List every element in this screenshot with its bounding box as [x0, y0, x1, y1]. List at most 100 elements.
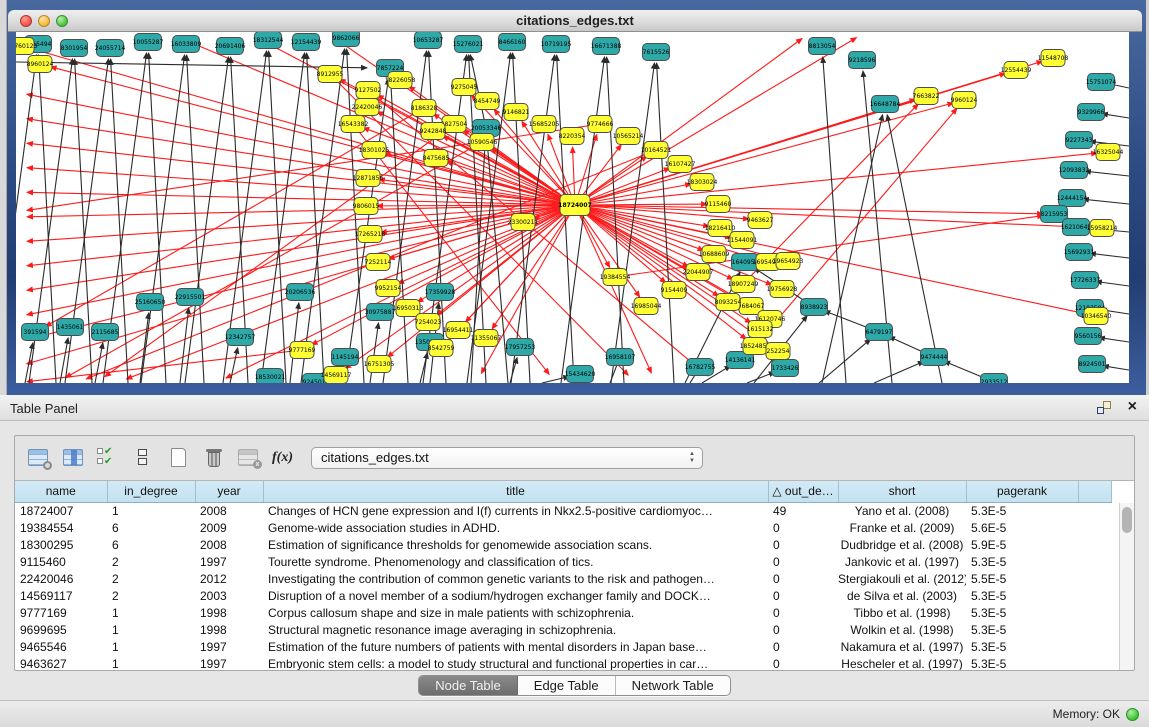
table-row[interactable]: 2242004622012Investigating the contribut…: [15, 570, 1112, 587]
column-header[interactable]: △ out_de…: [768, 481, 838, 502]
graph-node[interactable]: 8220354: [559, 128, 586, 145]
graph-node[interactable]: 8912955: [317, 66, 344, 83]
graph-node[interactable]: 14569117: [321, 367, 352, 384]
graph-node[interactable]: 17957253: [505, 339, 536, 356]
graph-node[interactable]: 11548708: [1038, 50, 1069, 67]
graph-node[interactable]: 10590546: [467, 134, 498, 151]
table-row[interactable]: 1456911722003Disruption of a novel membe…: [15, 587, 1112, 604]
graph-node[interactable]: 1145194: [332, 349, 359, 366]
graph-node[interactable]: 16954411: [443, 322, 474, 339]
graph-node[interactable]: 10346540: [1081, 308, 1112, 325]
table-scrollbar-thumb[interactable]: [1122, 507, 1132, 533]
graph-node[interactable]: 12342757: [225, 329, 256, 346]
tab-edge-table[interactable]: Edge Table: [518, 676, 616, 695]
graph-node[interactable]: 18312544: [253, 32, 284, 49]
graph-node[interactable]: 16985044: [631, 298, 662, 315]
table-selector-dropdown[interactable]: citations_edges.txt ▲▼: [311, 447, 703, 469]
graph-node[interactable]: 16543382: [338, 116, 369, 133]
graph-node[interactable]: 9242848: [420, 123, 447, 140]
graph-node[interactable]: 23300211: [508, 214, 539, 231]
graph-node[interactable]: 8924501: [1079, 356, 1106, 373]
graph-node[interactable]: 30975887: [365, 304, 396, 321]
row-height-icon[interactable]: [132, 447, 156, 469]
graph-node[interactable]: 9127502: [355, 82, 382, 99]
graph-node[interactable]: 6479197: [866, 324, 893, 341]
new-table-icon[interactable]: [167, 447, 191, 469]
graph-node[interactable]: 10055287: [133, 34, 164, 51]
graph-node[interactable]: 9806015: [353, 198, 380, 215]
graph-node[interactable]: 9960124: [951, 92, 978, 109]
graph-node[interactable]: 15751074: [1086, 74, 1117, 91]
graph-node[interactable]: 19654923: [773, 253, 804, 270]
graph-node[interactable]: 17726337: [1070, 272, 1101, 289]
graph-node[interactable]: 391594: [22, 324, 49, 341]
graph-node[interactable]: 9952154: [375, 280, 402, 297]
graph-node[interactable]: 9146821: [503, 104, 530, 121]
graph-node[interactable]: 12093832: [1059, 162, 1090, 179]
column-header[interactable]: year: [195, 481, 263, 502]
column-header[interactable]: title: [263, 481, 768, 502]
graph-node[interactable]: 10719195: [541, 36, 572, 53]
table-mode-icon[interactable]: [27, 447, 51, 469]
graph-node[interactable]: 16671388: [591, 38, 622, 55]
graph-node[interactable]: 18907249: [728, 276, 759, 293]
graph-node[interactable]: 9560156: [1075, 328, 1102, 345]
graph-node[interactable]: 8301954: [61, 40, 88, 57]
graph-node[interactable]: 15276021: [453, 36, 484, 53]
graph-node[interactable]: 22420046: [352, 99, 383, 116]
graph-node[interactable]: 12871856: [353, 170, 384, 187]
graph-node[interactable]: 16107427: [665, 156, 696, 173]
graph-node[interactable]: 9774666: [587, 116, 614, 133]
select-column-icon[interactable]: [62, 447, 86, 469]
graph-node[interactable]: 9227343: [1066, 132, 1093, 149]
table-row[interactable]: 1872400712008Changes of HCN gene express…: [15, 502, 1112, 519]
graph-node[interactable]: 10565214: [613, 128, 644, 145]
graph-node[interactable]: 16033809: [171, 36, 202, 53]
network-canvas[interactable]: 9155494 8301954 24055714 10055287 160338…: [16, 32, 1129, 383]
memory-status-indicator[interactable]: [1126, 708, 1139, 721]
graph-node[interactable]: 8475685: [423, 150, 450, 167]
graph-node[interactable]: 15434620: [565, 366, 596, 383]
graph-node[interactable]: 9777169: [289, 342, 316, 359]
graph-node[interactable]: 2115685: [92, 324, 119, 341]
graph-node[interactable]: 8466160: [499, 34, 526, 51]
table-row[interactable]: 911546021997Tourette syndrome. Phenomeno…: [15, 553, 1112, 570]
graph-node[interactable]: 1733426: [772, 360, 799, 377]
graph-node[interactable]: 24055714: [95, 40, 126, 57]
function-builder-icon[interactable]: f(x): [272, 450, 293, 466]
column-header[interactable]: name: [15, 481, 107, 502]
graph-node[interactable]: 15692931: [1064, 244, 1095, 261]
table-row[interactable]: 969969511998Structural magnetic resonanc…: [15, 621, 1112, 638]
column-header[interactable]: short: [838, 481, 966, 502]
graph-node[interactable]: 9154409: [661, 282, 688, 299]
graph-node[interactable]: 17359928: [425, 284, 456, 301]
graph-node[interactable]: 22915501: [175, 289, 206, 306]
graph-node[interactable]: 18301025: [359, 142, 390, 159]
graph-node[interactable]: 8454749: [474, 93, 501, 110]
column-header[interactable]: pagerank: [966, 481, 1078, 502]
graph-node[interactable]: 9463627: [747, 212, 774, 229]
graph-node[interactable]: 8093254: [715, 294, 742, 311]
citation-network-graph[interactable]: 9155494 8301954 24055714 10055287 160338…: [16, 32, 1129, 383]
table-row[interactable]: 1830029562008Estimation of significance …: [15, 536, 1112, 553]
float-panel-icon[interactable]: [1097, 401, 1111, 414]
table-scrollbar[interactable]: [1119, 503, 1134, 670]
tab-network-table[interactable]: Network Table: [616, 676, 730, 695]
graph-node[interactable]: 25160650: [135, 294, 166, 311]
graph-node[interactable]: 7663822: [913, 88, 940, 105]
graph-node[interactable]: 7254023: [415, 314, 442, 331]
graph-node[interactable]: 18226058: [385, 72, 416, 89]
column-checklist-icon[interactable]: ✔ ✔: [97, 447, 121, 469]
graph-node[interactable]: 2933512: [981, 374, 1008, 384]
graph-node[interactable]: 10653287: [413, 32, 444, 49]
graph-node[interactable]: 11544091: [727, 232, 758, 249]
graph-node[interactable]: 10688609: [699, 246, 730, 263]
table-row[interactable]: 1938455462009Genome-wide association stu…: [15, 519, 1112, 536]
graph-node[interactable]: 22044907: [683, 264, 714, 281]
graph-node[interactable]: 19756928: [767, 281, 798, 298]
table-row[interactable]: 977716911998Corpus callosum shape and si…: [15, 604, 1112, 621]
graph-node[interactable]: 1615132: [747, 321, 774, 338]
graph-node[interactable]: 9115460: [705, 196, 732, 213]
graph-node[interactable]: 18530021: [255, 369, 286, 384]
graph-node[interactable]: 19384554: [600, 269, 631, 286]
